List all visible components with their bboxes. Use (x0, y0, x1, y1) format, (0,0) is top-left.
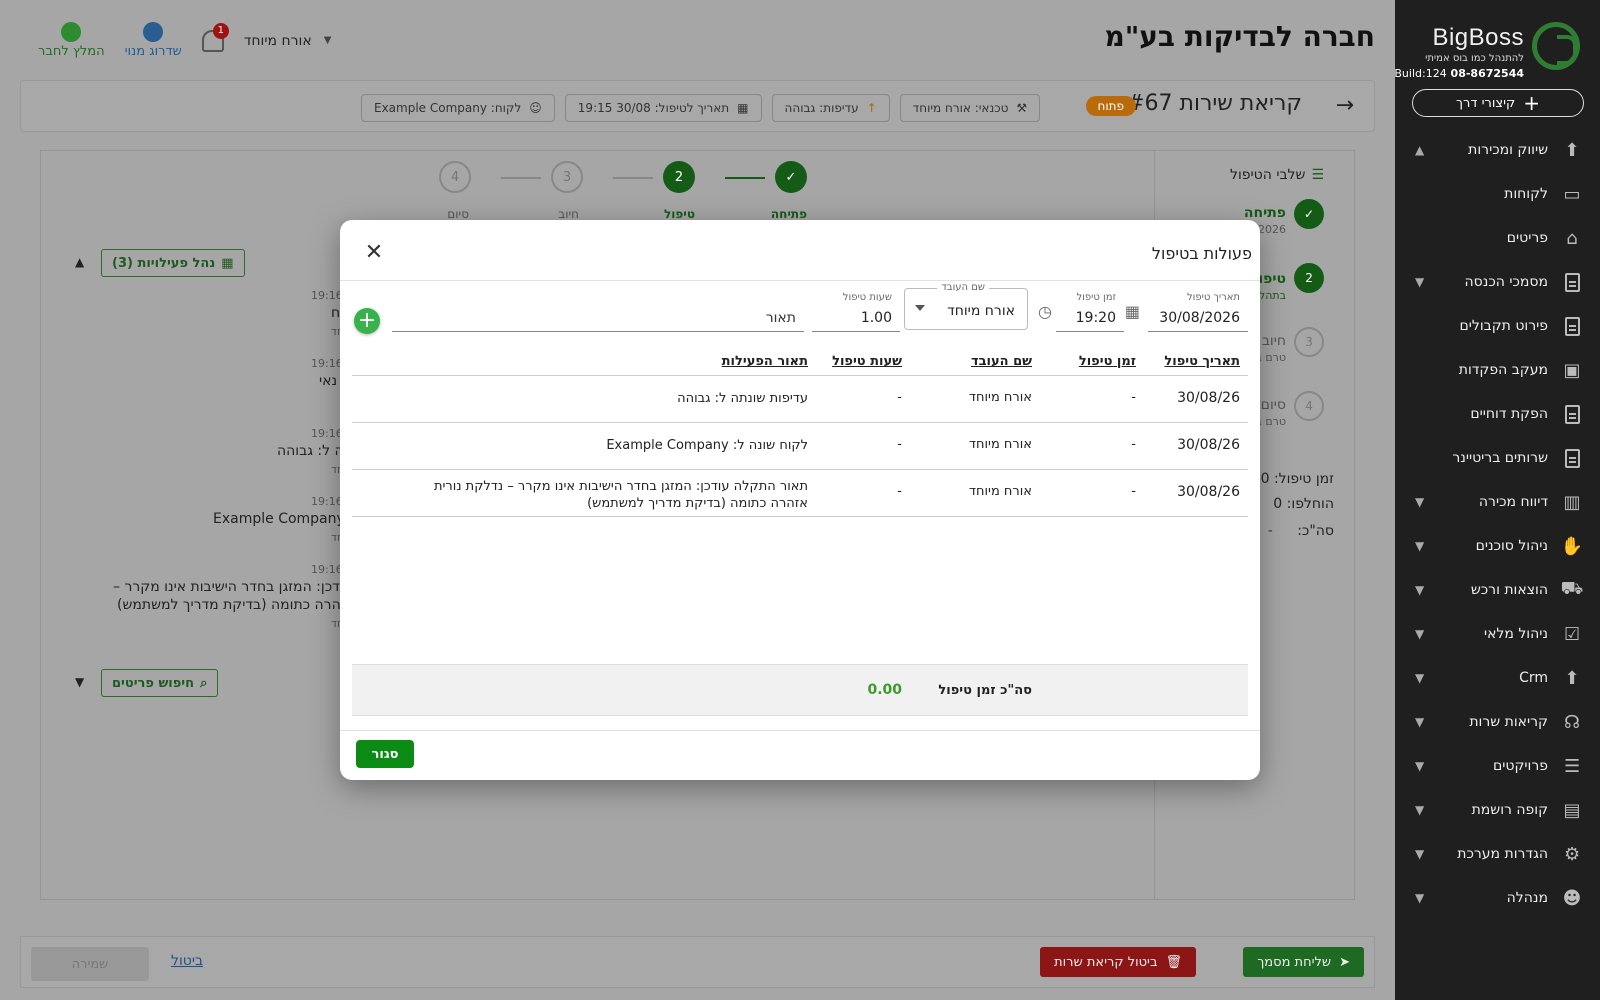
worker-select[interactable]: שם העובד אורח מיוחד (904, 282, 1028, 330)
table-row[interactable]: 30/08/26 - אורח מיוחד - עדיפות שונתה ל: … (352, 376, 1248, 423)
col-description[interactable]: תאור הפעילות (722, 354, 808, 369)
close-button[interactable]: סגור (356, 740, 414, 768)
table-row[interactable]: 30/08/26 - אורח מיוחד - לקוח שונה ל: Exa… (352, 423, 1248, 470)
date-value: 30/08/2026 (1159, 310, 1240, 326)
description-input[interactable]: תאור (392, 292, 804, 332)
modal-overlay[interactable]: פעולות בטיפול ✕ תאריך טיפול 30/08/2026 ▦… (0, 0, 1600, 1000)
col-hours[interactable]: שעות טיפול (832, 354, 902, 369)
divider (340, 730, 1260, 731)
hours-value: 1.00 (860, 310, 892, 326)
total-value: 0.00 (867, 682, 902, 698)
hours-field[interactable]: שעות טיפול 1.00 (812, 292, 900, 332)
col-worker[interactable]: שם העובד (971, 354, 1032, 369)
table-row[interactable]: 30/08/26 - אורח מיוחד - תאור התקלה עודכן… (352, 470, 1248, 517)
divider (340, 280, 1260, 281)
total-row: סה"כ זמן טיפול 0.00 (352, 664, 1248, 716)
total-label: סה"כ זמן טיפול (938, 683, 1032, 698)
time-field[interactable]: זמן טיפול 19:20 (1056, 292, 1124, 332)
table-header: תאריך טיפול זמן טיפול שם העובד שעות טיפו… (352, 346, 1248, 376)
add-activity-button[interactable]: + (354, 308, 380, 334)
treatment-actions-modal: פעולות בטיפול ✕ תאריך טיפול 30/08/2026 ▦… (340, 220, 1260, 780)
close-icon[interactable]: ✕ (362, 240, 386, 265)
date-field[interactable]: תאריך טיפול 30/08/2026 (1148, 292, 1248, 332)
dropdown-arrow-icon (915, 305, 925, 311)
modal-title: פעולות בטיפול (1151, 244, 1252, 263)
activities-table: תאריך טיפול זמן טיפול שם העובד שעות טיפו… (352, 346, 1248, 517)
time-value: 19:20 (1075, 310, 1116, 326)
worker-value: אורח מיוחד (947, 303, 1015, 319)
col-date[interactable]: תאריך טיפול (1164, 354, 1240, 369)
col-time[interactable]: זמן טיפול (1079, 354, 1136, 369)
